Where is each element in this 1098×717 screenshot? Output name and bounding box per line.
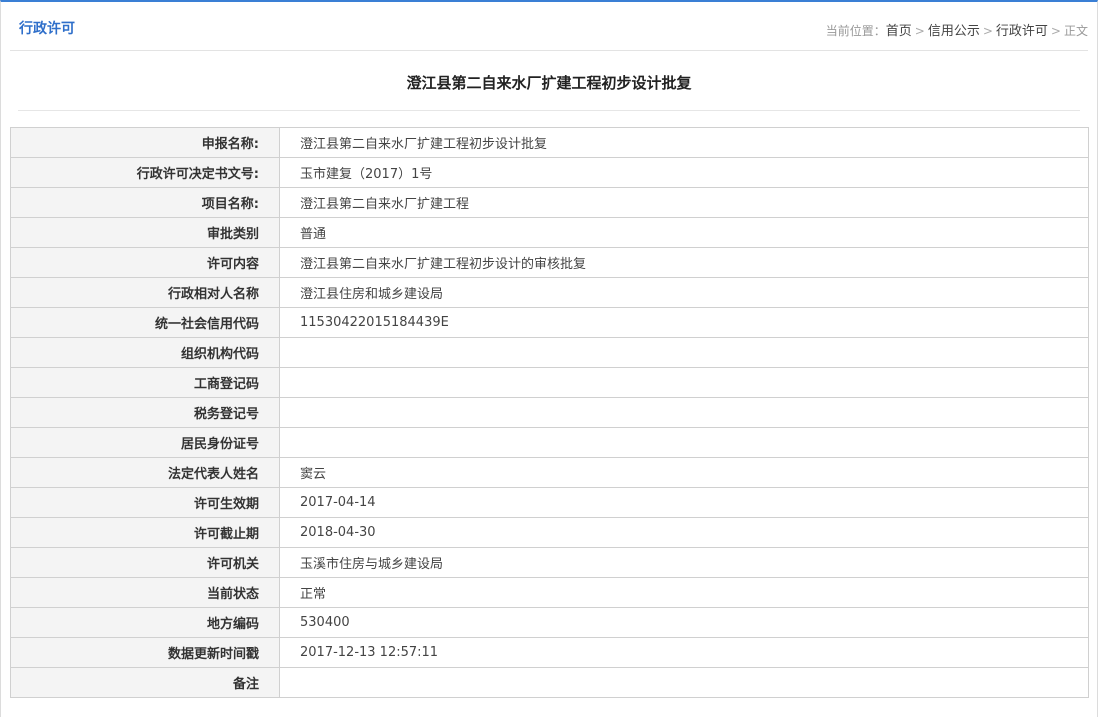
field-value: 530400 — [279, 607, 1089, 638]
field-label: 项目名称: — [10, 187, 280, 218]
field-value — [279, 397, 1089, 428]
field-value — [279, 427, 1089, 458]
license-detail-table: 申报名称: 澄江县第二自来水厂扩建工程初步设计批复 行政许可决定书文号: 玉市建复（2… — [10, 127, 1089, 698]
field-label: 许可内容 — [10, 247, 280, 278]
table-row: 组织机构代码 — [10, 337, 1089, 368]
breadcrumb-current: 正文 — [1063, 24, 1088, 38]
table-row: 申报名称: 澄江县第二自来水厂扩建工程初步设计批复 — [10, 127, 1089, 158]
field-label: 行政许可决定书文号: — [10, 157, 280, 188]
field-value — [279, 667, 1089, 698]
table-row: 税务登记号 — [10, 397, 1089, 428]
field-label: 审批类别 — [10, 217, 280, 248]
breadcrumb-separator: > — [1050, 24, 1061, 38]
field-value — [279, 367, 1089, 398]
field-value: 11530422015184439E — [279, 307, 1089, 338]
table-row: 当前状态 正常 — [10, 577, 1089, 608]
field-value: 2018-04-30 — [279, 517, 1089, 548]
table-row: 备注 — [10, 667, 1089, 698]
field-label: 税务登记号 — [10, 397, 280, 428]
field-label: 地方编码 — [10, 607, 280, 638]
breadcrumb-separator: > — [982, 24, 993, 38]
field-label: 许可截止期 — [10, 517, 280, 548]
field-value: 玉市建复（2017）1号 — [279, 157, 1089, 188]
field-value: 2017-04-14 — [279, 487, 1089, 518]
field-label: 申报名称: — [10, 127, 280, 158]
table-row: 居民身份证号 — [10, 427, 1089, 458]
page-title: 澄江县第二自来水厂扩建工程初步设计批复 — [406, 74, 692, 92]
field-label: 许可生效期 — [10, 487, 280, 518]
table-row: 审批类别 普通 — [10, 217, 1089, 248]
breadcrumb-separator: > — [914, 24, 925, 38]
table-row: 数据更新时间戳 2017-12-13 12:57:11 — [10, 637, 1089, 668]
field-value: 窦云 — [279, 457, 1089, 488]
field-value: 玉溪市住房与城乡建设局 — [279, 547, 1089, 578]
table-row: 行政许可决定书文号: 玉市建复（2017）1号 — [10, 157, 1089, 188]
field-label: 许可机关 — [10, 547, 280, 578]
table-row: 许可机关 玉溪市住房与城乡建设局 — [10, 547, 1089, 578]
field-label: 工商登记码 — [10, 367, 280, 398]
field-value: 普通 — [279, 217, 1089, 248]
field-value — [279, 337, 1089, 368]
field-label: 行政相对人名称 — [10, 277, 280, 308]
breadcrumb-label: 当前位置： — [825, 24, 886, 38]
field-label: 组织机构代码 — [10, 337, 280, 368]
table-row: 地方编码 530400 — [10, 607, 1089, 638]
field-value: 2017-12-13 12:57:11 — [279, 637, 1089, 668]
section-title: 行政许可 — [19, 21, 75, 37]
field-label: 数据更新时间戳 — [10, 637, 280, 668]
field-value: 澄江县第二自来水厂扩建工程初步设计批复 — [279, 127, 1089, 158]
field-label: 统一社会信用代码 — [10, 307, 280, 338]
table-row: 项目名称: 澄江县第二自来水厂扩建工程 — [10, 187, 1089, 218]
field-value: 澄江县住房和城乡建设局 — [279, 277, 1089, 308]
field-label: 法定代表人姓名 — [10, 457, 280, 488]
field-value: 澄江县第二自来水厂扩建工程初步设计的审核批复 — [279, 247, 1089, 278]
breadcrumb-license-link[interactable]: 行政许可 — [996, 24, 1048, 39]
table-row: 许可内容 澄江县第二自来水厂扩建工程初步设计的审核批复 — [10, 247, 1089, 278]
table-row: 行政相对人名称 澄江县住房和城乡建设局 — [10, 277, 1089, 308]
table-row: 法定代表人姓名 窦云 — [10, 457, 1089, 488]
field-value: 澄江县第二自来水厂扩建工程 — [279, 187, 1089, 218]
table-row: 统一社会信用代码 11530422015184439E — [10, 307, 1089, 338]
field-label: 备注 — [10, 667, 280, 698]
field-label: 当前状态 — [10, 577, 280, 608]
title-divider — [18, 110, 1080, 111]
header-bar: 行政许可 当前位置：首页 > 信用公示 > 行政许可 > 正文 — [10, 4, 1088, 51]
field-label: 居民身份证号 — [10, 427, 280, 458]
breadcrumb: 当前位置：首页 > 信用公示 > 行政许可 > 正文 — [826, 20, 1088, 39]
page-frame: 行政许可 当前位置：首页 > 信用公示 > 行政许可 > 正文 澄江县第二自来水厂扩建工程初… — [0, 0, 1098, 717]
breadcrumb-home-link[interactable]: 首页 — [886, 24, 912, 39]
field-value: 正常 — [279, 577, 1089, 608]
table-row: 工商登记码 — [10, 367, 1089, 398]
table-row: 许可生效期 2017-04-14 — [10, 487, 1089, 518]
table-row: 许可截止期 2018-04-30 — [10, 517, 1089, 548]
breadcrumb-credit-link[interactable]: 信用公示 — [928, 24, 980, 39]
